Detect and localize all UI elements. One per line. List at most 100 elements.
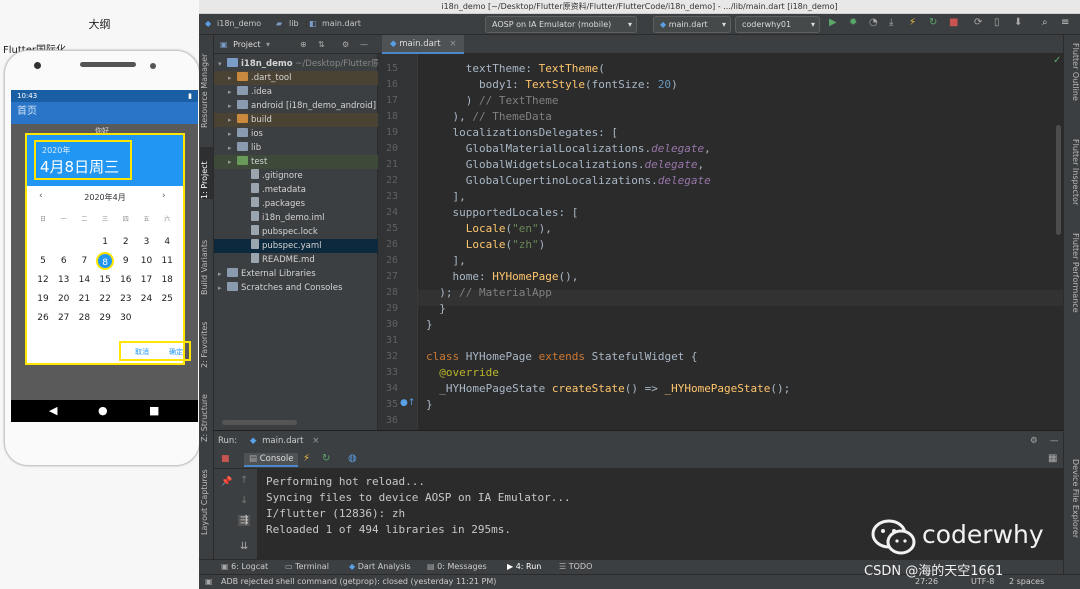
project-tree-item[interactable]: pubspec.lock: [214, 225, 378, 239]
project-tree-item[interactable]: ▸ ios: [214, 127, 378, 141]
calendar-day[interactable]: 12: [33, 271, 53, 290]
code-line[interactable]: supportedLocales: [: [426, 206, 578, 219]
code-line[interactable]: localizationsDelegates: [: [426, 126, 618, 139]
editor-tab-main-dart[interactable]: ◆ main.dart ×: [382, 35, 465, 54]
project-tree-item[interactable]: ▾ i18n_demo ~/Desktop/Flutter原资: [214, 57, 378, 71]
code-line[interactable]: }: [426, 302, 446, 315]
code-line[interactable]: textTheme: TextTheme(: [426, 62, 605, 75]
menu-icon[interactable]: ≡: [1061, 17, 1069, 28]
tab-layout-captures[interactable]: Layout Captures: [200, 467, 213, 535]
chevron-down-icon[interactable]: ▾: [218, 57, 227, 71]
code-line[interactable]: ); // MaterialApp: [426, 286, 552, 299]
run-icon[interactable]: ▶: [829, 17, 837, 28]
code-line[interactable]: body1: TextStyle(fontSize: 20): [426, 78, 678, 91]
tab-flutter-outline[interactable]: Flutter Outline: [1067, 43, 1080, 123]
emulator-screen[interactable]: 10:43 ▮ 首页 你好 2020年 4月8日周三 ‹ 2020年4月 › 取…: [11, 90, 198, 422]
locate-icon[interactable]: ⊕: [300, 35, 307, 54]
project-tree-item[interactable]: ▸ Scratches and Consoles: [214, 281, 378, 295]
status-message[interactable]: ADB rejected shell command (getprop): cl…: [221, 577, 496, 586]
code-line[interactable]: ) // TextTheme: [426, 94, 559, 107]
code-line[interactable]: home: HYHomePage(),: [426, 270, 578, 283]
recents-icon[interactable]: ■: [149, 404, 159, 417]
attach-icon[interactable]: ⤓: [889, 17, 893, 28]
code-line[interactable]: GlobalCupertinoLocalizations.delegate: [426, 174, 711, 187]
project-tree-item[interactable]: .packages: [214, 197, 378, 211]
chevron-right-icon[interactable]: ›: [162, 191, 166, 201]
calendar-day[interactable]: 20: [54, 290, 74, 309]
project-tree-item[interactable]: .metadata: [214, 183, 378, 197]
chevron-right-icon[interactable]: ▸: [228, 85, 237, 99]
tab-messages[interactable]: ▤ 0: Messages: [427, 562, 487, 571]
tab-run[interactable]: ▶ 4: Run: [507, 562, 541, 571]
tab-dart-analysis[interactable]: ◆ Dart Analysis: [349, 562, 411, 571]
chevron-right-icon[interactable]: ▸: [228, 127, 237, 141]
chevron-right-icon[interactable]: ▸: [228, 99, 237, 113]
breadcrumb-project[interactable]: i18n_demo: [217, 19, 261, 28]
console-tab[interactable]: ▤ Console: [244, 453, 299, 467]
override-marker-icon[interactable]: ●↑: [400, 398, 415, 408]
tab-resource-manager[interactable]: Resource Manager: [200, 43, 213, 128]
chevron-left-icon[interactable]: ‹: [39, 191, 43, 201]
close-icon[interactable]: ×: [449, 39, 456, 49]
device-selector[interactable]: AOSP on IA Emulator (mobile) ▾: [485, 16, 637, 33]
tab-favorites[interactable]: 2: Favorites: [200, 320, 213, 368]
cancel-button[interactable]: 取消: [135, 347, 149, 357]
calendar-day-selected[interactable]: 8: [96, 252, 115, 270]
code-line[interactable]: GlobalMaterialLocalizations.delegate,: [426, 142, 711, 155]
debug-icon[interactable]: ✹: [849, 17, 857, 28]
calendar-day[interactable]: 18: [157, 271, 177, 290]
calendar-day[interactable]: 11: [157, 252, 177, 271]
chevron-right-icon[interactable]: ▸: [228, 71, 237, 85]
chevron-right-icon[interactable]: ▸: [218, 281, 227, 295]
project-tree-item[interactable]: ▸ build: [214, 113, 378, 127]
code-line[interactable]: ), // ThemeData: [426, 110, 551, 123]
close-icon[interactable]: ×: [312, 436, 319, 446]
hide-icon[interactable]: —: [1050, 431, 1059, 451]
code-line[interactable]: class HYHomePage extends StatefulWidget …: [426, 350, 698, 363]
project-tree-item[interactable]: .gitignore: [214, 169, 378, 183]
hot-restart-icon[interactable]: ↻: [929, 17, 937, 28]
code-line[interactable]: ],: [426, 190, 465, 203]
calendar-day[interactable]: 16: [116, 271, 136, 290]
device-manager-icon[interactable]: ▯: [994, 17, 1000, 28]
calendar-day[interactable]: 24: [137, 290, 157, 309]
scroll-end-icon[interactable]: ⇊: [240, 541, 248, 552]
chevron-right-icon[interactable]: ▸: [228, 155, 237, 169]
project-tree-item[interactable]: pubspec.yaml: [214, 239, 378, 253]
project-view-selector[interactable]: Project: [233, 40, 260, 49]
gear-icon[interactable]: ⚙: [342, 35, 349, 54]
project-tree-item[interactable]: ▸ .dart_tool: [214, 71, 378, 85]
code-line[interactable]: _HYHomePageState createState() => _HYHom…: [426, 382, 790, 395]
breadcrumb-lib[interactable]: lib: [289, 19, 299, 28]
down-arrow-icon[interactable]: ↓: [240, 495, 248, 506]
chevron-down-icon[interactable]: ▾: [266, 40, 270, 49]
project-scrollbar[interactable]: [222, 420, 297, 425]
code-line[interactable]: ],: [426, 254, 465, 267]
back-icon[interactable]: ◀: [49, 404, 57, 417]
up-arrow-icon[interactable]: ↑: [240, 475, 248, 486]
hot-restart-icon[interactable]: ↻: [322, 453, 330, 464]
calendar-day[interactable]: 1: [95, 233, 115, 252]
calendar-day[interactable]: 28: [74, 309, 94, 328]
calendar-day[interactable]: 26: [33, 309, 53, 328]
calendar-day[interactable]: 6: [54, 252, 74, 271]
project-tree-item[interactable]: README.md: [214, 253, 378, 267]
collapse-icon[interactable]: ⇅: [318, 35, 325, 54]
tab-terminal[interactable]: ▭ Terminal: [285, 562, 329, 571]
calendar-day[interactable]: 3: [137, 233, 157, 252]
calendar-day[interactable]: 25: [157, 290, 177, 309]
breadcrumb-file[interactable]: main.dart: [322, 19, 361, 28]
tab-device-file-explorer[interactable]: Device File Explorer: [1067, 459, 1080, 555]
ok-button[interactable]: 确定: [169, 347, 183, 357]
code-line[interactable]: GlobalWidgetsLocalizations.delegate,: [426, 158, 704, 171]
run-tab-label[interactable]: main.dart: [262, 436, 303, 446]
code-line[interactable]: }: [426, 398, 433, 411]
tab-structure[interactable]: Z: Structure: [200, 390, 213, 442]
tab-project[interactable]: 1: Project: [200, 147, 213, 199]
stop-icon[interactable]: ■: [221, 454, 230, 464]
header-year[interactable]: 2020年: [42, 145, 70, 156]
calendar-day[interactable]: 2: [116, 233, 136, 252]
calendar-day[interactable]: 23: [116, 290, 136, 309]
project-tree-item[interactable]: ▸ test: [214, 155, 378, 169]
hot-reload-icon[interactable]: ⚡: [303, 453, 310, 464]
